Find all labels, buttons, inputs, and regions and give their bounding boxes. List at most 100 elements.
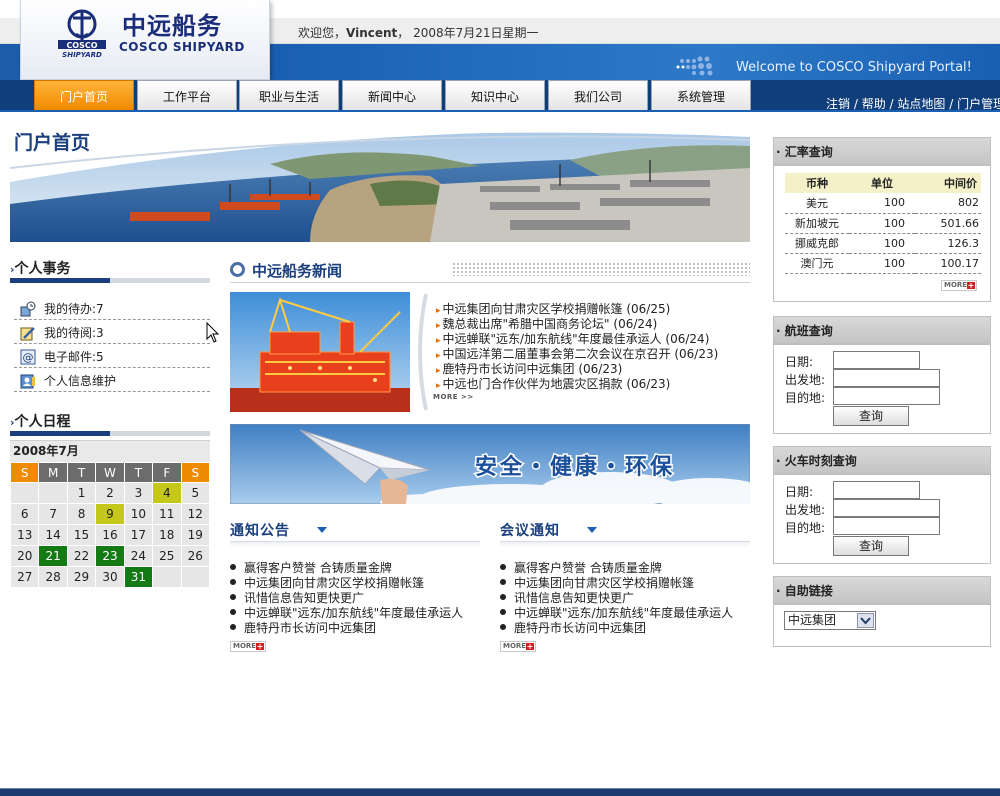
welcome-date: ， 2008年7月21日星期一 [397,26,539,40]
calendar-day[interactable]: 11 [152,503,182,525]
calendar-day-event[interactable]: 9 [95,503,125,525]
calendar-day[interactable]: 20 [9,545,40,567]
task-email[interactable]: @ 电子邮件:5 [14,346,210,368]
plus-icon: + [526,642,534,651]
portal-welcome-message: Welcome to COSCO Shipyard Portal! [736,60,972,75]
calendar-day[interactable]: 28 [38,566,68,588]
rates-table: 币种 单位 中间价 美元 100 802 新加坡元 100 501.66 挪威克… [785,173,981,274]
flight-to-input[interactable] [833,387,940,405]
news-dot-pattern [452,262,750,276]
footer-bar [0,788,1000,796]
task-todo[interactable]: 我的待办:7 [14,298,210,320]
clock-desk-icon [20,301,36,317]
calendar-day[interactable]: 1 [66,482,97,504]
train-heading: · 火车时刻查询 [773,446,991,474]
calendar-day[interactable]: 17 [123,524,154,546]
calendar-day-event[interactable]: 4 [152,482,182,504]
news-more-link[interactable]: MORE >> [433,393,474,401]
calendar-day[interactable]: 18 [152,524,182,546]
calendar-day [180,566,211,588]
calendar-day[interactable]: 13 [9,524,40,546]
sitemap-link[interactable]: 站点地图 [897,97,945,111]
calendar-day[interactable]: 15 [66,524,97,546]
logout-link[interactable]: 注销 [826,97,850,111]
calendar-day[interactable]: 27 [9,566,40,588]
news-item[interactable]: 中远也门合作伙伴为地震灾区捐款 (06/23) [436,375,671,392]
train-search-button[interactable]: 查询 [833,536,909,556]
calendar-day[interactable]: 10 [123,503,154,525]
meetings-heading: 会议通知 [500,523,560,539]
calendar-day[interactable]: 7 [38,503,68,525]
meeting-item[interactable]: 鹿特丹市长访问中远集团 [500,619,646,636]
calendar-day[interactable]: 29 [66,566,97,588]
train-to-label: 目的地: [785,521,826,535]
calendar-day-event[interactable]: 23 [95,545,125,567]
profile-card-icon [20,374,35,389]
train-to-input[interactable] [833,517,940,535]
calendar-day[interactable]: 12 [180,503,211,525]
flight-from-input[interactable] [833,369,940,387]
notice-item[interactable]: 鹿特丹市长访问中远集团 [230,619,376,636]
plus-icon: + [967,281,975,290]
meetings-dropdown-icon[interactable] [587,527,597,533]
tab-news-center[interactable]: 新闻中心 [342,80,442,110]
tab-portal-home[interactable]: 门户首页 [34,80,134,110]
calendar-day-event[interactable]: 31 [123,566,154,588]
train-from-input[interactable] [833,499,940,517]
calendar-month: 2008年7月 [10,440,210,462]
news-heading: 中远船务新闻 [252,262,343,280]
rates-more-button[interactable]: MORE + [941,280,977,291]
calendar-day[interactable]: 8 [66,503,97,525]
chevron-down-icon[interactable] [857,613,874,628]
calendar-day[interactable]: 25 [152,545,182,567]
calendar-day[interactable]: 3 [123,482,154,504]
calendar-day[interactable]: 24 [123,545,154,567]
dots-decoration-icon [676,56,713,76]
tab-our-company[interactable]: 我们公司 [548,80,648,110]
task-to-read[interactable]: 我的待阅:3 [14,322,210,344]
table-row: 美元 100 802 [785,193,981,214]
logo-english-name: COSCO SHIPYARD [119,40,245,54]
flight-from-label: 出发地: [785,373,826,387]
page-title: 门户首页 [14,132,91,154]
calendar-weekday: S [180,462,211,483]
calendar-day [9,482,40,504]
news-divider-curve [418,293,428,411]
calendar-day[interactable]: 2 [95,482,125,504]
notices-more-button[interactable]: MORE + [230,641,266,652]
safety-banner-image: 安全・健康・环保 [230,424,750,504]
tab-system-admin[interactable]: 系统管理 [651,80,751,110]
tab-career-life[interactable]: 职业与生活 [239,80,339,110]
calendar-day[interactable]: 14 [38,524,68,546]
calendar-day[interactable]: 26 [180,545,211,567]
flight-search-button[interactable]: 查询 [833,406,909,426]
email-at-icon: @ [20,349,36,365]
flight-date-label: 日期: [785,355,814,369]
calendar-weekday: S [9,462,40,483]
table-row: 新加坡元 100 501.66 [785,213,981,234]
calendar-day[interactable]: 16 [95,524,125,546]
train-date-input[interactable] [833,481,920,499]
links-heading: · 自助链接 [773,576,991,604]
calendar-grid: S M T W T F S 1 2 3 4 5 6 7 8 9 10 11 12… [9,462,211,588]
tab-work-platform[interactable]: 工作平台 [137,80,237,110]
shipyard-banner-image [10,124,750,242]
flight-date-input[interactable] [833,351,920,369]
calendar-weekday: F [152,462,182,483]
notices-dropdown-icon[interactable] [317,527,327,533]
meetings-more-button[interactable]: MORE + [500,641,536,652]
calendar-day[interactable]: 22 [66,545,97,567]
tab-knowledge-center[interactable]: 知识中心 [445,80,545,110]
portal-admin-link[interactable]: 门户管理 [957,97,1000,111]
notices-heading: 通知公告 [230,523,290,539]
oil-rig-photo[interactable] [230,292,410,412]
task-profile[interactable]: 个人信息维护 [14,370,210,392]
calendar-day [152,566,182,588]
calendar-day[interactable]: 30 [95,566,125,588]
help-link[interactable]: 帮助 [862,97,886,111]
calendar-day[interactable]: 19 [180,524,211,546]
calendar-day-today[interactable]: 21 [38,545,68,567]
calendar-day[interactable]: 5 [180,482,211,504]
calendar-day[interactable]: 6 [9,503,40,525]
rates-col-mid: 中间价 [915,173,981,193]
